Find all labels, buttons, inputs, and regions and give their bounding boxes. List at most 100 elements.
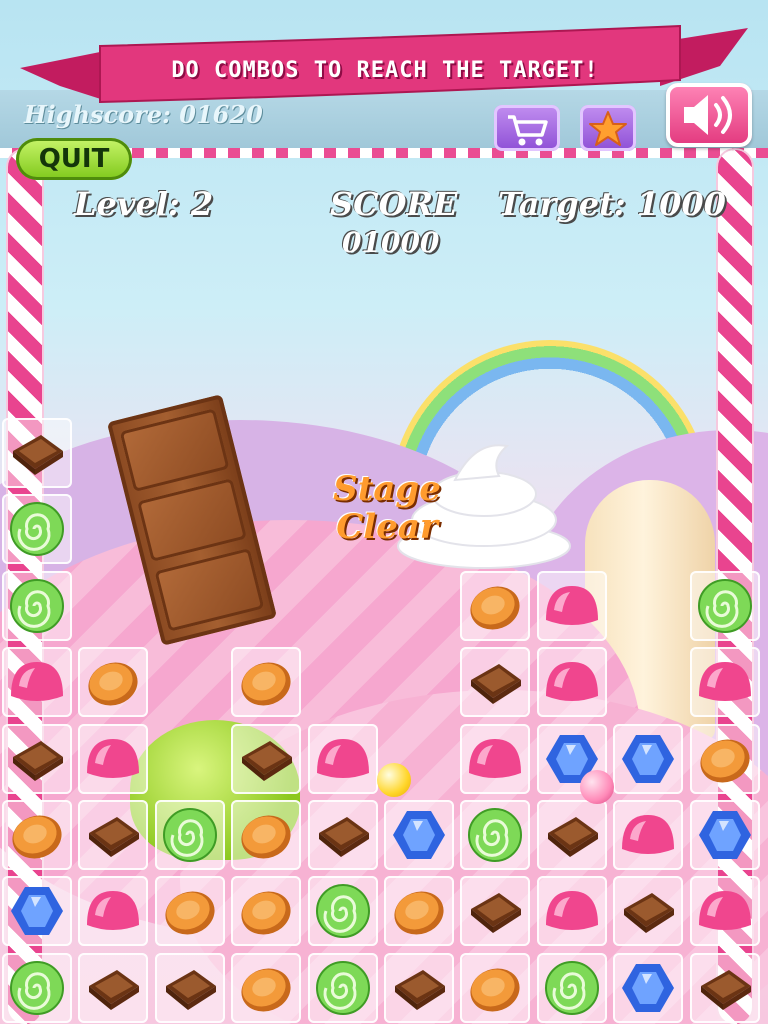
board-tile[interactable]: [613, 800, 684, 870]
caramel-candy-icon: [241, 891, 291, 935]
board-tile[interactable]: [231, 723, 302, 794]
stage-clear-line2: Clear: [336, 507, 438, 547]
board-tile[interactable]: [384, 876, 454, 947]
board-tile[interactable]: [2, 723, 72, 794]
game-scene: Highscore: 01620 DO COMBOS TO REACH THE …: [0, 0, 768, 1024]
swirl-candy-icon: [544, 960, 599, 1015]
chocolate-candy-icon: [13, 435, 63, 475]
chocolate-candy-icon: [165, 969, 216, 1010]
board-tile[interactable]: [460, 800, 531, 870]
board-tile[interactable]: [154, 952, 225, 1023]
stage-clear-message: Stage Clear: [322, 470, 452, 546]
gumdrop-candy-icon: [316, 738, 369, 778]
swirl-candy-icon: [10, 578, 64, 633]
board-tile[interactable]: [231, 952, 302, 1023]
board-tile[interactable]: [613, 723, 684, 794]
caramel-candy-icon: [241, 662, 291, 706]
stage-clear-line1: Stage: [333, 469, 441, 509]
gumdrop-candy-icon: [11, 662, 63, 702]
gumdrop-candy-icon: [469, 738, 522, 778]
board-tile[interactable]: [78, 952, 149, 1023]
caramel-candy-icon: [241, 815, 291, 859]
score-value: 01000: [342, 226, 440, 259]
board-tile[interactable]: [78, 800, 149, 870]
swirl-candy-icon: [162, 808, 217, 862]
board-tile[interactable]: [460, 952, 531, 1023]
board-tile[interactable]: [689, 800, 760, 870]
board-tile[interactable]: [154, 800, 225, 870]
board-tile[interactable]: [231, 876, 302, 947]
swirl-candy-icon: [10, 502, 64, 557]
gumdrop-candy-icon: [545, 891, 598, 931]
board-tile[interactable]: [689, 723, 760, 794]
hint-banner-text: DO COMBOS TO REACH THE TARGET!: [171, 58, 599, 83]
board-tile[interactable]: [460, 570, 531, 641]
board-tile[interactable]: [231, 647, 302, 718]
pink-sparkle: [580, 770, 614, 804]
board-tile[interactable]: [2, 570, 72, 641]
gumdrop-candy-icon: [622, 815, 675, 854]
caramel-candy-icon: [470, 586, 520, 630]
board-tile[interactable]: [2, 876, 72, 947]
board-tile[interactable]: [2, 952, 72, 1023]
board-tile[interactable]: [689, 647, 760, 718]
caramel-candy-icon: [394, 891, 444, 935]
caramel-candy-icon: [12, 815, 62, 859]
gumdrop-candy-icon: [87, 738, 140, 778]
board-tile[interactable]: [2, 800, 72, 870]
chocolate-candy-icon: [471, 893, 522, 934]
board-tile[interactable]: [307, 723, 378, 794]
board-tile[interactable]: [536, 570, 607, 641]
board-tile[interactable]: [2, 647, 72, 718]
board-tile[interactable]: [613, 876, 684, 947]
chocolate-candy-icon: [700, 969, 751, 1010]
caramel-candy-icon: [88, 662, 138, 706]
board-tile[interactable]: [154, 876, 225, 947]
chocolate-candy-icon: [13, 740, 63, 781]
board-tile[interactable]: [307, 952, 378, 1023]
board-tile[interactable]: [231, 800, 302, 870]
gumdrop-candy-icon: [698, 891, 751, 931]
quit-button[interactable]: QUIT: [16, 138, 132, 180]
level-text: Level: 2: [74, 185, 214, 223]
gumdrop-candy-icon: [87, 891, 140, 931]
target-text: Target: 1000: [498, 185, 726, 223]
gumdrop-candy-icon: [698, 662, 751, 702]
caramel-candy-icon: [700, 739, 750, 783]
board-tile[interactable]: [460, 647, 531, 718]
board-tile[interactable]: [307, 800, 378, 870]
chocolate-candy-icon: [395, 969, 445, 1010]
gem-candy-icon: [11, 887, 63, 936]
board-tile[interactable]: [536, 800, 607, 870]
swirl-candy-icon: [10, 960, 64, 1015]
board-tile[interactable]: [307, 876, 378, 947]
board-tile[interactable]: [2, 418, 72, 488]
chocolate-candy-icon: [242, 740, 293, 781]
board-tile[interactable]: [78, 723, 149, 794]
board-tile[interactable]: [689, 570, 760, 641]
gumdrop-candy-icon: [545, 662, 598, 702]
board-tile[interactable]: [78, 876, 149, 947]
board-tile[interactable]: [78, 647, 149, 718]
board-tile[interactable]: [384, 952, 454, 1023]
board-tile[interactable]: [689, 876, 760, 947]
swirl-candy-icon: [315, 884, 370, 939]
caramel-candy-icon: [470, 968, 520, 1012]
gem-candy-icon: [393, 811, 445, 859]
board-tile[interactable]: [536, 952, 607, 1023]
board-tile[interactable]: [536, 876, 607, 947]
board-tile[interactable]: [460, 723, 531, 794]
yellow-sparkle: [377, 763, 411, 797]
board-tile[interactable]: [460, 876, 531, 947]
gem-candy-icon: [698, 811, 751, 859]
board-tile[interactable]: [384, 800, 454, 870]
chocolate-candy-icon: [318, 817, 369, 857]
board-tile[interactable]: [2, 494, 72, 565]
board-tile[interactable]: [613, 952, 684, 1023]
board-tile[interactable]: [689, 952, 760, 1023]
chocolate-candy-icon: [89, 969, 140, 1010]
chocolate-candy-icon: [471, 664, 522, 705]
gem-candy-icon: [622, 963, 675, 1012]
board-tile[interactable]: [536, 647, 607, 718]
chocolate-candy-icon: [624, 893, 675, 934]
